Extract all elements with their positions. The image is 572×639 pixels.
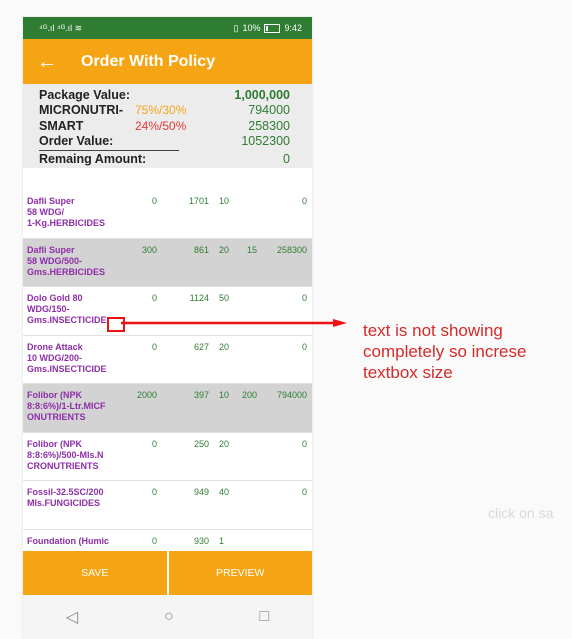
- cell-c2: 930: [193, 535, 209, 546]
- recent-apps-icon[interactable]: □: [259, 608, 269, 626]
- order-value-row: Order Value: 1052300: [39, 134, 296, 150]
- product-name: Folibor (NPK 8:8:6%)/500-Mls.N CRONUTRIE…: [27, 438, 104, 471]
- cell-c2: 949: [193, 487, 209, 497]
- cell-c3: 40: [219, 487, 230, 497]
- status-bar: ⁴ᴳ.ıl ⁴ᴳ.ıl ≋ ▯ 10% 9:42: [23, 17, 312, 39]
- cell-c2: 1701: [188, 196, 209, 206]
- cell-c2: 1124: [189, 293, 209, 303]
- cell-c3: 10: [219, 390, 230, 400]
- cell-c2: 627: [193, 341, 209, 352]
- smart-pct: 24%/50%: [135, 118, 187, 133]
- cell-c5: 794000: [276, 390, 307, 400]
- background-hint-text: click on sa: [488, 505, 554, 521]
- product-name: Foundation (Humic: [27, 535, 109, 546]
- cell-c5: 0: [301, 487, 307, 497]
- package-value: 1,000,000: [234, 87, 290, 102]
- smart-label: SMART: [39, 118, 84, 133]
- order-value: 1052300: [241, 134, 290, 149]
- back-nav-icon[interactable]: ◁: [66, 607, 78, 627]
- smart-value: 258300: [248, 118, 290, 133]
- cell-c1: 0: [151, 341, 157, 352]
- product-name: Dafli Super 58 WDG/500- Gms.HERBICIDES: [27, 244, 106, 277]
- table-row[interactable]: Dafli Super 58 WDG/ 1-Kg.HERBICIDES 0 1701…: [23, 190, 312, 239]
- cell-c2: 250: [193, 438, 209, 449]
- cell-c1: 0: [151, 487, 157, 497]
- page-title: Order With Policy: [81, 52, 216, 70]
- clock: 9:42: [284, 23, 302, 33]
- cell-c5: 0: [301, 438, 307, 449]
- table-row[interactable]: Drone Attack 10 WDG/200- Gms.INSECTICIDE…: [23, 336, 312, 384]
- cell-c1: 2000: [136, 390, 157, 400]
- cell-c1: 300: [141, 244, 157, 255]
- package-value-label: Package Value:: [39, 87, 131, 102]
- cell-c3: 10: [219, 196, 230, 206]
- micronutri-label: MICRONUTRI-: [39, 103, 124, 118]
- cell-c5: 0: [301, 196, 307, 206]
- cell-c5: 0: [301, 341, 307, 352]
- table-row[interactable]: Folibor (NPK 8:8:6%)/1-Ltr.MICF ONUTRIEN…: [23, 384, 312, 433]
- product-name: Drone Attack 10 WDG/200- Gms.INSECTICIDE: [27, 341, 107, 374]
- cell-c1: 0: [151, 438, 157, 449]
- micronutri-row: MICRONUTRI- 75%/30% 794000: [39, 103, 296, 119]
- smart-row: SMART 24%/50% 258300: [39, 118, 296, 134]
- product-list[interactable]: Dafli Super 58 WDG/ 1-Kg.HERBICIDES 0 1701…: [23, 190, 312, 551]
- system-nav-bar: ◁ ○ □: [23, 595, 312, 639]
- annotation-arrow-icon: [121, 319, 347, 327]
- order-value-label: Order Value:: [39, 134, 114, 149]
- arrow-left-icon[interactable]: ←: [37, 52, 57, 72]
- battery-icon: [264, 23, 281, 33]
- order-summary: Package Value: 1,000,000 MICRONUTRI- 75%…: [23, 84, 312, 168]
- cell-c3: 20: [219, 438, 230, 449]
- battery-percent: 10%: [242, 23, 261, 33]
- signal-icon: ⁴ᴳ.ıl ⁴ᴳ.ıl ≋: [39, 22, 83, 33]
- preview-button[interactable]: PREVIEW: [166, 551, 312, 595]
- product-name: Folibor (NPK 8:8:6%)/1-Ltr.MICF ONUTRIEN…: [27, 390, 106, 422]
- cell-c3: 1: [219, 535, 225, 546]
- remaining-value: 0: [283, 151, 290, 166]
- table-row[interactable]: Folibor (NPK 8:8:6%)/500-Mls.N CRONUTRIE…: [23, 433, 312, 481]
- cell-c4: 15: [246, 244, 257, 255]
- save-button[interactable]: SAVE: [23, 551, 167, 595]
- remaining-label: Remaing Amount:: [39, 151, 147, 166]
- remaining-row: Remaing Amount: 0: [39, 151, 296, 167]
- cell-c3: 20: [219, 244, 230, 255]
- table-row[interactable]: Foundation (Humic 0 930 1: [23, 530, 312, 552]
- cell-c3: 50: [219, 293, 230, 303]
- product-name: Dolo Gold 80 WDG/150- Gms.INSECTICIDE: [27, 293, 107, 325]
- cell-c1: 0: [151, 293, 157, 303]
- cell-c3: 20: [219, 341, 230, 352]
- annotation-text: text is not showing completely so incres…: [363, 321, 527, 380]
- app-bar: ← Order With Policy: [23, 39, 312, 84]
- package-value-row: Package Value: 1,000,000: [39, 87, 296, 103]
- cell-c1: 0: [151, 196, 157, 206]
- cell-c1: 0: [151, 535, 157, 546]
- action-bar: SAVE PREVIEW: [23, 551, 312, 595]
- cell-c5: 0: [301, 293, 307, 303]
- cell-c2: 861: [193, 244, 209, 255]
- micronutri-value: 794000: [248, 103, 290, 118]
- home-nav-icon[interactable]: ○: [164, 608, 174, 626]
- table-row[interactable]: Dafli Super 58 WDG/500- Gms.HERBICIDES 30…: [23, 238, 312, 287]
- vibrate-icon: ▯: [233, 22, 239, 33]
- cell-c4: 200: [241, 390, 257, 400]
- cell-c2: 397: [193, 390, 209, 400]
- product-name: Dafli Super 58 WDG/ 1-Kg.HERBICIDES: [27, 196, 106, 228]
- cell-c5: 258300: [276, 244, 307, 255]
- product-name: Fossil-32.5SC/200 Mls.FUNGICIDES: [27, 487, 104, 508]
- table-row[interactable]: Fossil-32.5SC/200 Mls.FUNGICIDES 0 949 40 0: [23, 481, 312, 530]
- micronutri-pct: 75%/30%: [135, 103, 187, 118]
